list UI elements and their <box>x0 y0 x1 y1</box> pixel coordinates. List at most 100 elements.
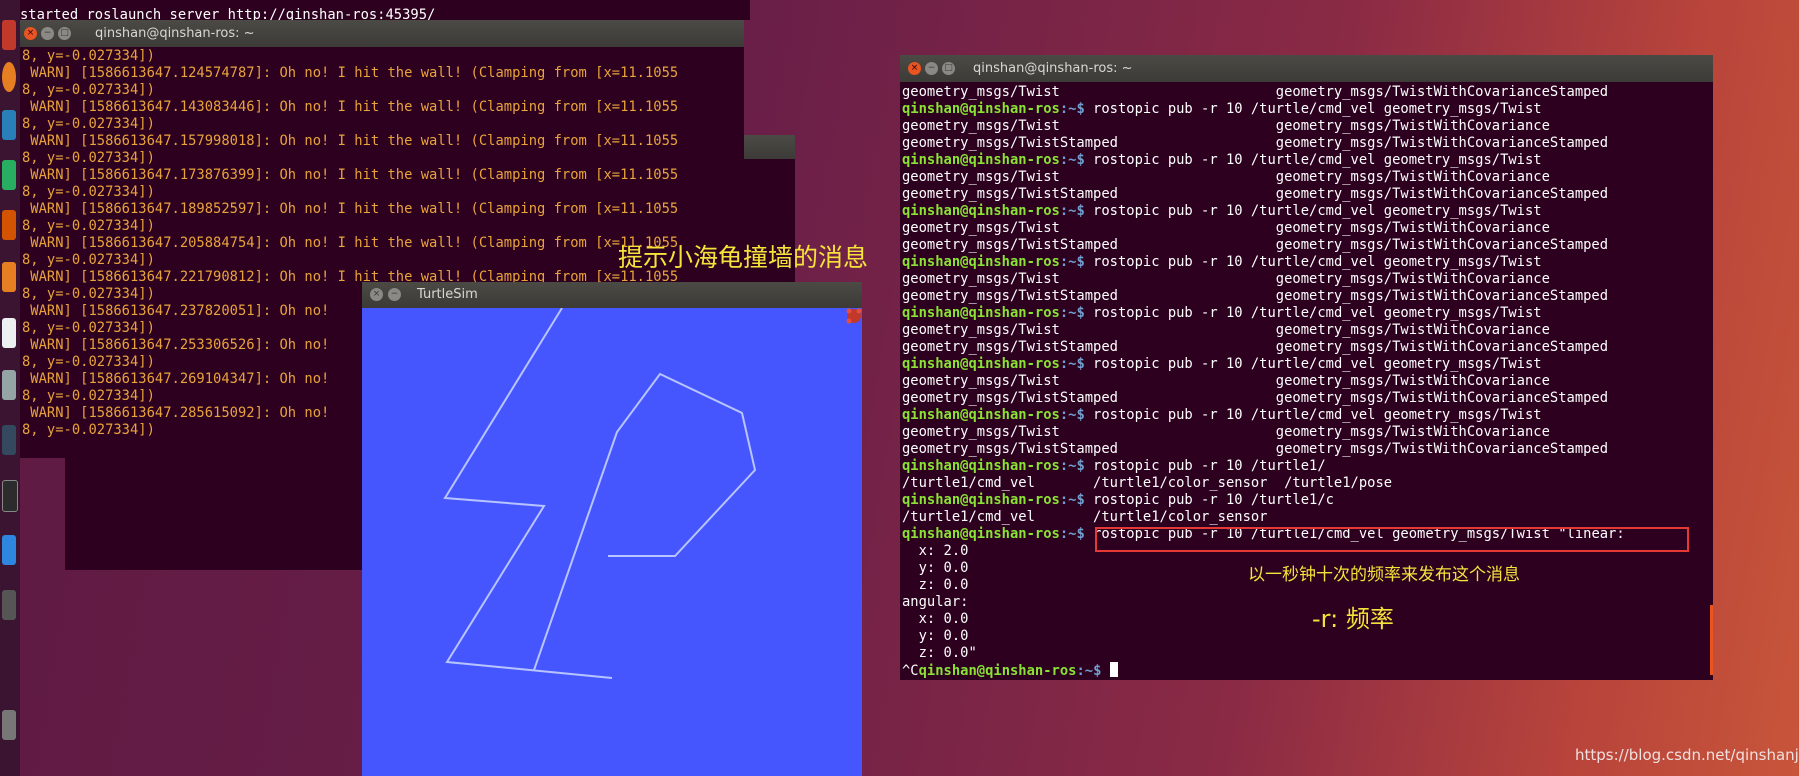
window-title: qinshan@qinshan-ros: ~ <box>973 61 1133 76</box>
prompt-path: :~$ <box>1059 526 1085 542</box>
scrollbar[interactable] <box>1710 605 1713 675</box>
terminal-launcher-icon[interactable] <box>2 480 18 512</box>
terminal-line: geometry_msgs/Twist geometry_msgs/TwistW… <box>902 169 1550 185</box>
terminal-line: qinshan@qinshan-ros:~$ rostopic pub -r 1… <box>902 254 1713 271</box>
rate-flag-annotation: -r: 频率 <box>1312 605 1394 633</box>
terminal-line: WARN] [1586613647.189852597]: Oh no! I h… <box>22 201 679 217</box>
command-highlight-box <box>1095 527 1689 552</box>
writer-launcher-icon[interactable] <box>2 110 16 140</box>
calc-launcher-icon[interactable] <box>2 160 16 190</box>
rate-description-annotation: 以一秒钟十次的频率来发布这个消息 <box>1248 565 1520 585</box>
terminal-line: geometry_msgs/TwistStamped geometry_msgs… <box>902 237 1609 253</box>
terminal-line: qinshan@qinshan-ros:~$ rostopic pub -r 1… <box>902 492 1713 509</box>
command-text: rostopic pub -r 10 /turtle/cmd_vel geome… <box>1084 203 1542 219</box>
prompt-path: :~$ <box>1059 203 1085 219</box>
right-terminal-window[interactable]: × − □ qinshan@qinshan-ros: ~ geometry_ms… <box>900 55 1713 680</box>
interrupt-text: ^C <box>902 663 919 679</box>
close-icon[interactable]: × <box>24 27 37 40</box>
command-text: rostopic pub -r 10 /turtle/cmd_vel geome… <box>1084 101 1542 117</box>
settings-launcher-icon[interactable] <box>2 370 16 400</box>
impress-launcher-icon[interactable] <box>2 210 16 240</box>
prompt-path: :~$ <box>1059 305 1085 321</box>
prompt-user: qinshan@qinshan-ros <box>902 356 1060 372</box>
maximize-icon[interactable]: □ <box>942 62 955 75</box>
left-terminal-titlebar[interactable]: × − □ qinshan@qinshan-ros: ~ <box>20 20 744 47</box>
turtlesim-canvas <box>362 308 862 776</box>
terminal-line: ^Cqinshan@qinshan-ros:~$ <box>902 662 1713 680</box>
terminal-line: geometry_msgs/Twist geometry_msgs/TwistW… <box>902 84 1609 100</box>
window-title: TurtleSim <box>417 287 478 302</box>
watermark: https://blog.csdn.net/qinshanjy <box>1575 746 1799 764</box>
misc-launcher-icon[interactable] <box>2 590 16 620</box>
launcher-bar <box>0 0 20 776</box>
terminal-line: qinshan@qinshan-ros:~$ rostopic pub -r 1… <box>902 305 1713 322</box>
terminal-line: qinshan@qinshan-ros:~$ rostopic pub -r 1… <box>902 203 1713 220</box>
terminal-line: WARN] [1586613647.157998018]: Oh no! I h… <box>22 133 679 149</box>
prompt-user: qinshan@qinshan-ros <box>902 254 1060 270</box>
software-launcher-icon[interactable] <box>2 262 16 292</box>
command-text: rostopic pub -r 10 /turtle/cmd_vel geome… <box>1084 152 1542 168</box>
vscode-launcher-icon[interactable] <box>2 535 16 565</box>
terminal-line: WARN] [1586613647.143083446]: Oh no! I h… <box>22 99 679 115</box>
prompt-path: :~$ <box>1059 458 1085 474</box>
terminal-line: x: 0.0 <box>902 611 969 627</box>
terminal-line: geometry_msgs/Twist geometry_msgs/TwistW… <box>902 322 1550 338</box>
terminal-line: geometry_msgs/Twist geometry_msgs/TwistW… <box>902 373 1550 389</box>
command-text: rostopic pub -r 10 /turtle/cmd_vel geome… <box>1084 407 1542 423</box>
terminal-line: 8, y=-0.027334]) <box>22 116 155 132</box>
turtlesim-window[interactable]: × − TurtleSim <box>362 282 862 776</box>
command-text: rostopic pub -r 10 /turtle/cmd_vel geome… <box>1084 305 1542 321</box>
prompt-user: qinshan@qinshan-ros <box>902 101 1060 117</box>
terminal-line: qinshan@qinshan-ros:~$ rostopic pub -r 1… <box>902 356 1713 373</box>
command-text: rostopic pub -r 10 /turtle/cmd_vel geome… <box>1084 356 1542 372</box>
minimize-icon[interactable]: − <box>925 62 938 75</box>
terminal-line: WARN] [1586613647.173876399]: Oh no! I h… <box>22 167 679 183</box>
prompt-user: qinshan@qinshan-ros <box>902 203 1060 219</box>
terminal-line: geometry_msgs/TwistStamped geometry_msgs… <box>902 339 1609 355</box>
terminal-line: 8, y=-0.027334]) <box>22 48 155 64</box>
right-terminal-output[interactable]: geometry_msgs/Twist geometry_msgs/TwistW… <box>902 84 1713 680</box>
prompt-user: qinshan@qinshan-ros <box>918 663 1077 679</box>
terminal-line: geometry_msgs/TwistStamped geometry_msgs… <box>902 186 1609 202</box>
maximize-icon[interactable]: □ <box>58 27 71 40</box>
roscore-output-line: started roslaunch server http://qinshan-… <box>20 0 750 20</box>
close-icon[interactable]: × <box>908 62 921 75</box>
prompt-path: :~$ <box>1059 254 1085 270</box>
terminal-line: qinshan@qinshan-ros:~$ rostopic pub -r 1… <box>902 458 1713 475</box>
store-launcher-icon[interactable] <box>2 318 16 348</box>
terminal-line: 8, y=-0.027334]) <box>22 82 155 98</box>
terminal-line: z: 0.0" <box>902 645 977 661</box>
terminal-line: geometry_msgs/TwistStamped geometry_msgs… <box>902 390 1609 406</box>
terminal-line: 8, y=-0.027334]) <box>22 150 155 166</box>
terminal-line: /turtle1/cmd_vel /turtle1/color_sensor /… <box>902 475 1393 491</box>
terminal-line: geometry_msgs/Twist geometry_msgs/TwistW… <box>902 118 1550 134</box>
minimize-icon[interactable]: − <box>41 27 54 40</box>
command-text: rostopic pub -r 10 /turtle1/ <box>1084 458 1326 474</box>
firefox-launcher-icon[interactable] <box>2 62 16 92</box>
terminal-line: y: 0.0 <box>902 628 969 644</box>
right-terminal-titlebar[interactable]: × − □ qinshan@qinshan-ros: ~ <box>900 55 1713 82</box>
prompt-user: qinshan@qinshan-ros <box>902 458 1060 474</box>
trash-launcher-icon[interactable] <box>2 710 16 740</box>
wall-message-annotation: 提示小海龟撞墙的消息 <box>618 243 869 272</box>
terminal-line: /turtle1/cmd_vel /turtle1/color_sensor <box>902 509 1268 525</box>
prompt-user: qinshan@qinshan-ros <box>902 305 1060 321</box>
turtlesim-titlebar[interactable]: × − TurtleSim <box>362 282 862 307</box>
cursor[interactable] <box>1109 662 1118 677</box>
files-launcher-icon[interactable] <box>2 20 16 50</box>
minimize-icon[interactable]: − <box>388 288 401 301</box>
terminal-line: angular: <box>902 594 969 610</box>
prompt-user: qinshan@qinshan-ros <box>902 407 1060 423</box>
terminal-line: geometry_msgs/Twist geometry_msgs/TwistW… <box>902 220 1550 236</box>
prompt-path: :~$ <box>1059 407 1085 423</box>
terminal-line: geometry_msgs/TwistStamped geometry_msgs… <box>902 441 1609 457</box>
close-icon[interactable]: × <box>370 288 383 301</box>
prompt-path: :~$ <box>1076 663 1102 679</box>
prompt-user: qinshan@qinshan-ros <box>902 526 1060 542</box>
app-launcher-icon[interactable] <box>2 425 16 455</box>
terminal-line: geometry_msgs/TwistStamped geometry_msgs… <box>902 288 1609 304</box>
prompt-path: :~$ <box>1059 492 1085 508</box>
prompt-user: qinshan@qinshan-ros <box>902 492 1060 508</box>
terminal-line: qinshan@qinshan-ros:~$ rostopic pub -r 1… <box>902 407 1713 424</box>
